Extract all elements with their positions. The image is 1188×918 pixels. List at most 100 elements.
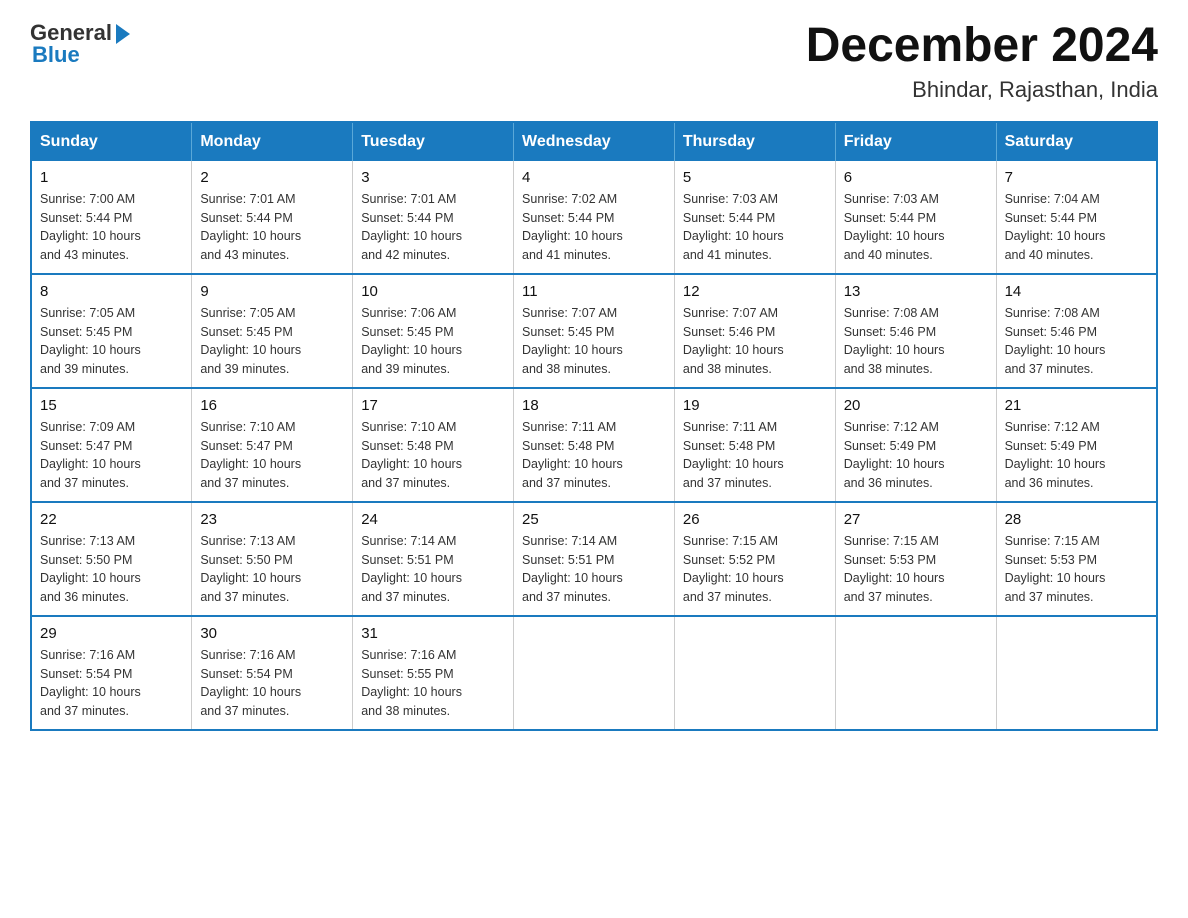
logo: General Blue [30, 20, 130, 68]
page-header: General Blue December 2024 Bhindar, Raja… [30, 20, 1158, 103]
day-number: 28 [1005, 511, 1148, 528]
calendar-cell: 14 Sunrise: 7:08 AMSunset: 5:46 PMDayligh… [996, 274, 1157, 388]
day-info: Sunrise: 7:15 AMSunset: 5:52 PMDaylight:… [683, 532, 827, 607]
calendar-cell [996, 616, 1157, 730]
day-number: 26 [683, 511, 827, 528]
calendar-cell: 29 Sunrise: 7:16 AMSunset: 5:54 PMDayligh… [31, 616, 192, 730]
day-info: Sunrise: 7:16 AMSunset: 5:54 PMDaylight:… [40, 646, 183, 721]
calendar-cell: 26 Sunrise: 7:15 AMSunset: 5:52 PMDayligh… [674, 502, 835, 616]
column-header-monday: Monday [192, 122, 353, 161]
calendar-cell: 21 Sunrise: 7:12 AMSunset: 5:49 PMDayligh… [996, 388, 1157, 502]
calendar-month-year: December 2024 [806, 20, 1158, 73]
calendar-cell: 1 Sunrise: 7:00 AMSunset: 5:44 PMDaylight… [31, 161, 192, 274]
column-header-wednesday: Wednesday [514, 122, 675, 161]
day-number: 3 [361, 169, 505, 186]
calendar-cell: 9 Sunrise: 7:05 AMSunset: 5:45 PMDaylight… [192, 274, 353, 388]
calendar-week-row: 22 Sunrise: 7:13 AMSunset: 5:50 PMDayligh… [31, 502, 1157, 616]
day-number: 15 [40, 397, 183, 414]
column-header-tuesday: Tuesday [353, 122, 514, 161]
day-number: 20 [844, 397, 988, 414]
calendar-week-row: 29 Sunrise: 7:16 AMSunset: 5:54 PMDayligh… [31, 616, 1157, 730]
day-info: Sunrise: 7:11 AMSunset: 5:48 PMDaylight:… [683, 418, 827, 493]
calendar-week-row: 8 Sunrise: 7:05 AMSunset: 5:45 PMDaylight… [31, 274, 1157, 388]
day-info: Sunrise: 7:05 AMSunset: 5:45 PMDaylight:… [40, 304, 183, 379]
day-number: 22 [40, 511, 183, 528]
day-info: Sunrise: 7:08 AMSunset: 5:46 PMDaylight:… [1005, 304, 1148, 379]
calendar-cell: 28 Sunrise: 7:15 AMSunset: 5:53 PMDayligh… [996, 502, 1157, 616]
calendar-cell: 4Sunrise: 7:02 AMSunset: 5:44 PMDaylight… [514, 161, 675, 274]
calendar-cell: 19 Sunrise: 7:11 AMSunset: 5:48 PMDayligh… [674, 388, 835, 502]
day-number: 21 [1005, 397, 1148, 414]
calendar-week-row: 1 Sunrise: 7:00 AMSunset: 5:44 PMDaylight… [31, 161, 1157, 274]
calendar-body: 1 Sunrise: 7:00 AMSunset: 5:44 PMDaylight… [31, 161, 1157, 730]
day-info: Sunrise: 7:01 AMSunset: 5:44 PMDaylight:… [361, 190, 505, 265]
logo-blue-text: Blue [32, 42, 130, 68]
calendar-cell: 12 Sunrise: 7:07 AMSunset: 5:46 PMDayligh… [674, 274, 835, 388]
calendar-cell: 6Sunrise: 7:03 AMSunset: 5:44 PMDaylight… [835, 161, 996, 274]
day-number: 16 [200, 397, 344, 414]
calendar-cell: 7Sunrise: 7:04 AMSunset: 5:44 PMDaylight… [996, 161, 1157, 274]
day-number: 1 [40, 169, 183, 186]
day-info: Sunrise: 7:03 AMSunset: 5:44 PMDaylight:… [844, 190, 988, 265]
day-info: Sunrise: 7:10 AMSunset: 5:48 PMDaylight:… [361, 418, 505, 493]
day-number: 14 [1005, 283, 1148, 300]
day-number: 29 [40, 625, 183, 642]
logo-arrow-icon [116, 24, 130, 44]
day-number: 23 [200, 511, 344, 528]
day-info: Sunrise: 7:07 AMSunset: 5:46 PMDaylight:… [683, 304, 827, 379]
day-number: 2 [200, 169, 344, 186]
calendar-cell: 22 Sunrise: 7:13 AMSunset: 5:50 PMDayligh… [31, 502, 192, 616]
calendar-table: SundayMondayTuesdayWednesdayThursdayFrid… [30, 121, 1158, 731]
day-number: 8 [40, 283, 183, 300]
calendar-cell: 3 Sunrise: 7:01 AMSunset: 5:44 PMDaylight… [353, 161, 514, 274]
day-number: 10 [361, 283, 505, 300]
day-number: 9 [200, 283, 344, 300]
day-number: 13 [844, 283, 988, 300]
day-info: Sunrise: 7:13 AMSunset: 5:50 PMDaylight:… [40, 532, 183, 607]
day-info: Sunrise: 7:09 AMSunset: 5:47 PMDaylight:… [40, 418, 183, 493]
day-number: 12 [683, 283, 827, 300]
calendar-cell: 15 Sunrise: 7:09 AMSunset: 5:47 PMDayligh… [31, 388, 192, 502]
day-number: 25 [522, 511, 666, 528]
calendar-cell: 13Sunrise: 7:08 AMSunset: 5:46 PMDayligh… [835, 274, 996, 388]
calendar-location: Bhindar, Rajasthan, India [806, 77, 1158, 103]
day-header-row: SundayMondayTuesdayWednesdayThursdayFrid… [31, 122, 1157, 161]
day-info: Sunrise: 7:13 AMSunset: 5:50 PMDaylight:… [200, 532, 344, 607]
calendar-title-block: December 2024 Bhindar, Rajasthan, India [806, 20, 1158, 103]
day-number: 31 [361, 625, 505, 642]
day-info: Sunrise: 7:14 AMSunset: 5:51 PMDaylight:… [522, 532, 666, 607]
day-info: Sunrise: 7:16 AMSunset: 5:54 PMDaylight:… [200, 646, 344, 721]
calendar-cell: 2 Sunrise: 7:01 AMSunset: 5:44 PMDaylight… [192, 161, 353, 274]
day-info: Sunrise: 7:14 AMSunset: 5:51 PMDaylight:… [361, 532, 505, 607]
day-number: 5 [683, 169, 827, 186]
day-info: Sunrise: 7:07 AMSunset: 5:45 PMDaylight:… [522, 304, 666, 379]
calendar-cell [674, 616, 835, 730]
calendar-cell: 16 Sunrise: 7:10 AMSunset: 5:47 PMDayligh… [192, 388, 353, 502]
day-info: Sunrise: 7:02 AMSunset: 5:44 PMDaylight:… [522, 190, 666, 265]
calendar-cell: 23 Sunrise: 7:13 AMSunset: 5:50 PMDayligh… [192, 502, 353, 616]
day-info: Sunrise: 7:16 AMSunset: 5:55 PMDaylight:… [361, 646, 505, 721]
calendar-cell: 20Sunrise: 7:12 AMSunset: 5:49 PMDayligh… [835, 388, 996, 502]
day-info: Sunrise: 7:03 AMSunset: 5:44 PMDaylight:… [683, 190, 827, 265]
calendar-cell: 5 Sunrise: 7:03 AMSunset: 5:44 PMDaylight… [674, 161, 835, 274]
calendar-week-row: 15 Sunrise: 7:09 AMSunset: 5:47 PMDayligh… [31, 388, 1157, 502]
day-info: Sunrise: 7:11 AMSunset: 5:48 PMDaylight:… [522, 418, 666, 493]
column-header-sunday: Sunday [31, 122, 192, 161]
calendar-cell: 25 Sunrise: 7:14 AMSunset: 5:51 PMDayligh… [514, 502, 675, 616]
day-info: Sunrise: 7:15 AMSunset: 5:53 PMDaylight:… [844, 532, 988, 607]
calendar-cell: 11Sunrise: 7:07 AMSunset: 5:45 PMDayligh… [514, 274, 675, 388]
day-number: 17 [361, 397, 505, 414]
day-info: Sunrise: 7:05 AMSunset: 5:45 PMDaylight:… [200, 304, 344, 379]
day-info: Sunrise: 7:12 AMSunset: 5:49 PMDaylight:… [1005, 418, 1148, 493]
day-info: Sunrise: 7:10 AMSunset: 5:47 PMDaylight:… [200, 418, 344, 493]
day-number: 19 [683, 397, 827, 414]
column-header-thursday: Thursday [674, 122, 835, 161]
calendar-cell: 30Sunrise: 7:16 AMSunset: 5:54 PMDayligh… [192, 616, 353, 730]
day-info: Sunrise: 7:01 AMSunset: 5:44 PMDaylight:… [200, 190, 344, 265]
day-number: 18 [522, 397, 666, 414]
day-info: Sunrise: 7:00 AMSunset: 5:44 PMDaylight:… [40, 190, 183, 265]
calendar-cell [835, 616, 996, 730]
calendar-cell: 18 Sunrise: 7:11 AMSunset: 5:48 PMDayligh… [514, 388, 675, 502]
day-info: Sunrise: 7:15 AMSunset: 5:53 PMDaylight:… [1005, 532, 1148, 607]
day-number: 7 [1005, 169, 1148, 186]
